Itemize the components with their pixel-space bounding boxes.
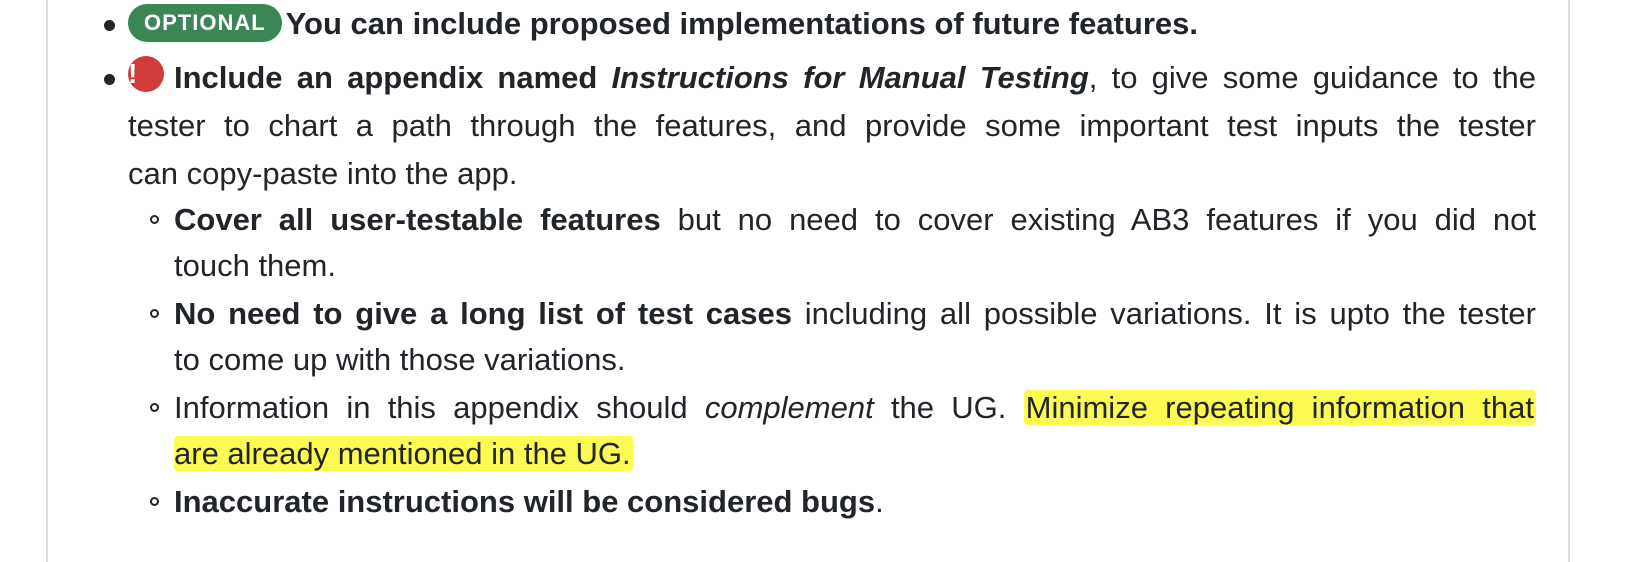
appendix-rest-line1: , to give some guidance to the (1088, 60, 1536, 95)
appendix-line3: can copy-paste into the app. (128, 150, 1536, 198)
highlight-line1: Minimize repeating information that (1023, 390, 1536, 425)
optional-text: You can include proposed implementations… (285, 6, 1198, 41)
document-content: OPTIONAL You can include proposed impleme… (104, 0, 1537, 526)
sub1-line2-text: touch them. (174, 248, 336, 283)
exclamation-icon: ! (128, 56, 164, 92)
sub1-line2: touch them. (174, 242, 1536, 290)
appendix-bold-start: Include an appendix named (174, 60, 612, 95)
sub3-line2: are already mentioned in the UG. (174, 430, 1536, 478)
appendix-line2-text: tester to chart a path through the featu… (128, 108, 1536, 143)
bullet-circle (150, 403, 159, 412)
bullet-circle (150, 309, 159, 318)
sub-list: Cover all user-testable features but no … (150, 196, 1537, 526)
sub2-bold: No need to give a long list of test case… (174, 296, 793, 331)
sub3-start: Information in this appendix should (174, 390, 705, 425)
sub-item-information: Information in this appendix should comp… (150, 384, 1536, 432)
bullet-disc (104, 74, 115, 85)
sub3-italic: complement (704, 390, 874, 425)
optional-badge: OPTIONAL (128, 3, 282, 42)
sub-item-no-need: No need to give a long list of test case… (150, 290, 1536, 338)
bullet-circle (150, 215, 159, 224)
appendix-title: Instructions for Manual Testing (611, 60, 1089, 95)
sub2-line2: to come up with those variations. (174, 336, 1536, 384)
sub-item-cover: Cover all user-testable features but no … (150, 196, 1537, 244)
sub1-bold: Cover all user-testable features (174, 202, 661, 237)
sub2-line2-text: to come up with those variations. (174, 342, 626, 377)
sub2-rest: including all possible variations. It is… (792, 296, 1536, 331)
highlight-line2: are already mentioned in the UG. (174, 436, 633, 471)
sub4-bold: Inaccurate instructions will be consider… (174, 484, 876, 519)
sub3-mid: the UG. (873, 390, 1024, 425)
sub1-rest: but no need to cover existing AB3 featur… (660, 202, 1537, 237)
sub-item-inaccurate: Inaccurate instructions will be consider… (150, 478, 1536, 526)
bullet-circle (150, 497, 159, 506)
list-item-appendix: ! Include an appendix named Instructions … (104, 54, 1536, 102)
sub4-end: . (875, 484, 884, 519)
appendix-line2: tester to chart a path through the featu… (128, 102, 1536, 150)
appendix-line3-text: can copy-paste into the app. (128, 156, 518, 191)
bullet-disc (104, 20, 115, 31)
list-item-optional: OPTIONAL You can include proposed impleme… (104, 0, 1536, 48)
